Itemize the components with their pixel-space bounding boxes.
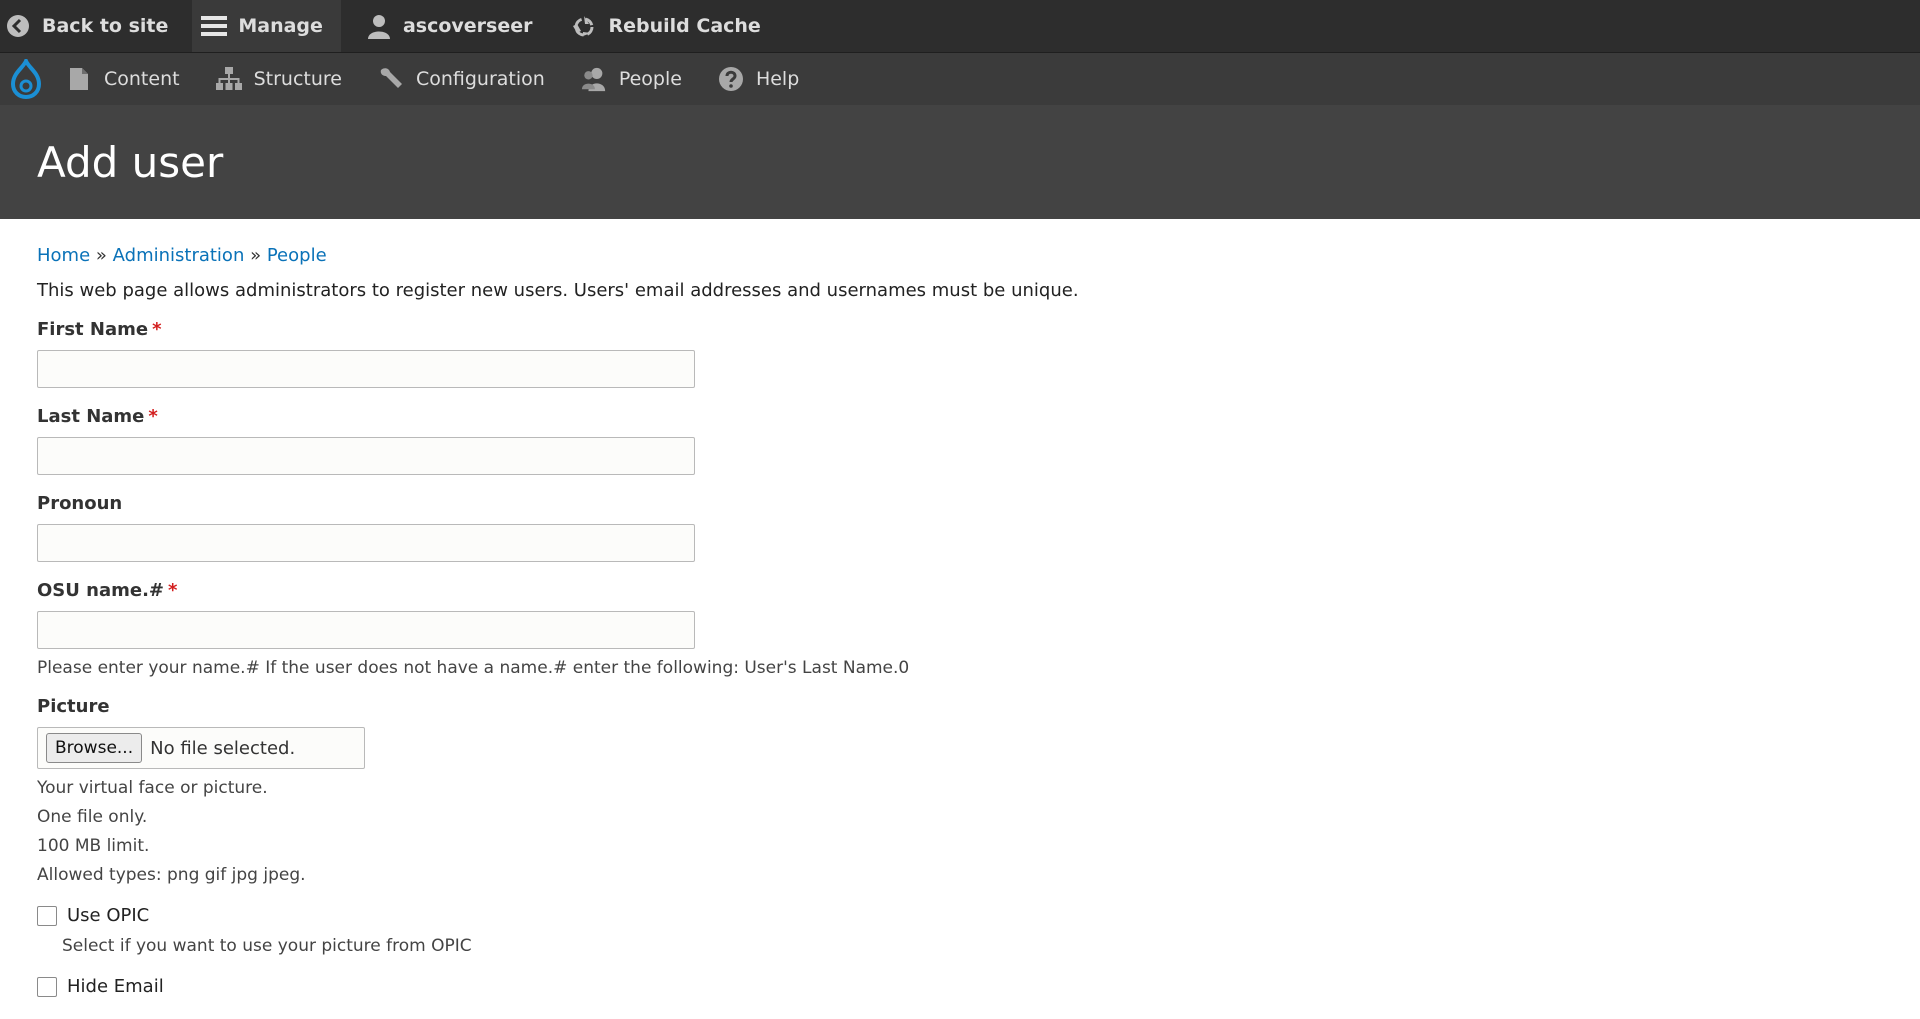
hide-email-row: Hide Email bbox=[37, 976, 1883, 997]
required-marker: * bbox=[152, 319, 162, 340]
wrench-icon bbox=[378, 66, 404, 92]
use-opic-description: Select if you want to use your picture f… bbox=[62, 936, 472, 956]
structure-icon bbox=[215, 66, 242, 92]
last-name-label: Last Name * bbox=[37, 406, 158, 427]
tray-item-structure-label: Structure bbox=[253, 68, 342, 90]
browse-button[interactable]: Browse... bbox=[46, 733, 143, 763]
file-icon bbox=[66, 66, 92, 92]
chevron-left-circle-icon bbox=[4, 12, 32, 40]
tray-item-configuration-label: Configuration bbox=[415, 68, 545, 90]
osu-name-label: OSU name.# * bbox=[37, 580, 178, 601]
use-opic-checkbox[interactable] bbox=[37, 905, 57, 926]
tray-item-people-label: People bbox=[618, 68, 682, 90]
pronoun-field: Pronoun bbox=[37, 493, 1883, 562]
picture-description-line: Allowed types: png gif jpg jpeg. bbox=[37, 865, 306, 885]
picture-description-line: 100 MB limit. bbox=[37, 836, 150, 856]
pronoun-label: Pronoun bbox=[37, 493, 123, 514]
osu-name-field: OSU name.# * Please enter your name.# If … bbox=[37, 580, 1883, 678]
breadcrumb-people-link[interactable]: People bbox=[267, 245, 327, 266]
manage-tray: Content Structure Configuration People H… bbox=[0, 52, 1920, 105]
user-name-label: ascoverseer bbox=[402, 15, 533, 37]
user-icon bbox=[365, 12, 393, 40]
tray-item-help-label: Help bbox=[755, 68, 800, 90]
tray-item-configuration[interactable]: Configuration bbox=[364, 53, 559, 105]
picture-description-line: Your virtual face or picture. bbox=[37, 778, 268, 798]
picture-description: Your virtual face or picture. One file o… bbox=[37, 778, 1883, 885]
file-status: No file selected. bbox=[150, 737, 296, 759]
page-header: Add user bbox=[0, 105, 1920, 219]
drupal-logo-icon[interactable] bbox=[0, 53, 52, 105]
breadcrumb-home-link[interactable]: Home bbox=[37, 245, 90, 266]
picture-field: Picture Browse... No file selected. Your… bbox=[37, 696, 1883, 885]
recycle-icon bbox=[570, 12, 598, 40]
breadcrumb-administration-link[interactable]: Administration bbox=[113, 245, 245, 266]
tray-item-content-label: Content bbox=[104, 68, 180, 90]
hide-email-label[interactable]: Hide Email bbox=[67, 976, 164, 997]
back-to-site-label: Back to site bbox=[42, 15, 169, 37]
last-name-field: Last Name * bbox=[37, 406, 1883, 475]
picture-label: Picture bbox=[37, 696, 110, 717]
osu-name-description: Please enter your name.# If the user doe… bbox=[37, 658, 910, 678]
picture-file-input[interactable]: Browse... No file selected. bbox=[37, 727, 365, 769]
pronoun-input[interactable] bbox=[37, 524, 695, 562]
page-description: This web page allows administrators to r… bbox=[37, 280, 1079, 301]
required-marker: * bbox=[168, 580, 178, 601]
tray-item-structure[interactable]: Structure bbox=[202, 53, 356, 105]
breadcrumb: Home » Administration » People bbox=[37, 245, 1883, 266]
breadcrumb-separator: » bbox=[95, 245, 107, 266]
manage-label: Manage bbox=[238, 15, 323, 37]
last-name-input[interactable] bbox=[37, 437, 695, 475]
hamburger-icon bbox=[200, 12, 228, 40]
people-icon bbox=[581, 66, 607, 92]
tray-item-people[interactable]: People bbox=[567, 53, 696, 105]
first-name-field: First Name * bbox=[37, 319, 1883, 388]
tray-item-help[interactable]: Help bbox=[704, 53, 813, 105]
use-opic-label[interactable]: Use OPIC bbox=[67, 905, 149, 926]
help-icon bbox=[718, 66, 744, 92]
user-account-link[interactable]: ascoverseer bbox=[361, 0, 547, 52]
picture-description-line: One file only. bbox=[37, 807, 148, 827]
osu-name-input[interactable] bbox=[37, 611, 695, 649]
rebuild-cache-link[interactable]: Rebuild Cache bbox=[566, 0, 774, 52]
breadcrumb-separator: » bbox=[250, 245, 262, 266]
use-opic-row: Use OPIC bbox=[37, 905, 1883, 926]
first-name-input[interactable] bbox=[37, 350, 695, 388]
first-name-label: First Name * bbox=[37, 319, 162, 340]
rebuild-cache-label: Rebuild Cache bbox=[608, 15, 761, 37]
main-content: Home » Administration » People This web … bbox=[0, 219, 1920, 1019]
tray-item-content[interactable]: Content bbox=[52, 53, 194, 105]
required-marker: * bbox=[148, 406, 158, 427]
page-title: Add user bbox=[37, 137, 224, 187]
back-to-site-link[interactable]: Back to site bbox=[0, 0, 182, 52]
admin-toolbar: Back to site Manage ascoverseer Rebuild … bbox=[0, 0, 1920, 52]
manage-tab[interactable]: Manage bbox=[192, 0, 341, 52]
